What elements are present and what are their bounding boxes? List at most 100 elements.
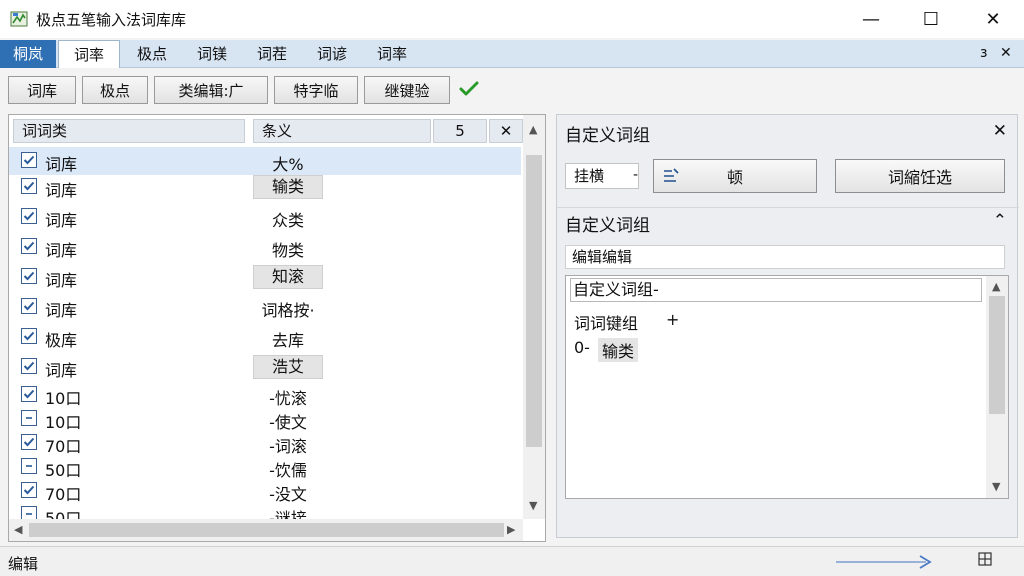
layout-combo[interactable]: 挂横 [565,163,639,189]
scroll-down-icon[interactable]: ▼ [529,499,537,512]
scroll-left-icon[interactable]: ◀ [14,523,22,536]
tree-scroll-down-icon[interactable]: ▼ [992,480,1000,493]
row-checkbox[interactable] [21,152,37,168]
apply-label: 顿 [726,168,743,187]
custom-phrase-panel: 自定义词组 ✕ 挂横 - 顿 词縮饪选 自定义词组 ⌃ 编辑编辑 自定义词组- … [556,114,1019,538]
toolbar-button-jidian[interactable]: 极点 [82,76,148,104]
close-button[interactable]: ✕ [970,0,1016,38]
word-list-panel: 词词类 条义 5 ✕ 词库 大% 词库 输类 词库 众类 词库 物类 词库 知滚 词库 词格按· 极库去… [8,114,546,542]
tree-node-prefix: 0- [574,338,590,357]
row-checkbox[interactable] [21,410,37,426]
row-label: 词库 [45,241,78,260]
list-item[interactable]: 极库 去库 [9,323,521,351]
collapse-icon[interactable]: ⌃ [993,211,1007,231]
phrase-tree: 自定义词组- 词词键组 + 0- 输类 ▲ ▼ [565,275,1009,499]
combo-value: 挂横 [574,167,605,185]
row-checkbox[interactable] [21,298,37,314]
tab-word-rate[interactable]: 词率 [58,40,120,68]
tree-scrollbar[interactable]: ▲ ▼ [986,276,1008,498]
maximize-button[interactable]: ☐ [908,0,954,38]
row-checkbox[interactable] [21,358,37,374]
checkmark-icon[interactable] [458,80,480,98]
list-item[interactable]: 词库 词格按· [9,293,521,321]
zoom-slider[interactable] [834,553,936,571]
horizontal-scrollbar[interactable]: ◀ ▶ [9,519,523,541]
title-bar: 极点五笔输入法词库库 — ☐ ✕ [0,0,1024,38]
row-checkbox[interactable] [21,208,37,224]
expand-icon[interactable]: + [666,310,679,329]
row-checkbox[interactable] [21,482,37,498]
toolbar-button-special[interactable]: 特字临 [274,76,358,104]
toolbar-button-ciku[interactable]: 词库 [8,76,76,104]
row-label: 词库 [45,211,78,230]
list-item[interactable]: 词库 知滚 [9,263,521,291]
divider [557,207,1019,208]
header-name[interactable]: 词词类 [13,119,245,143]
scroll-up-icon[interactable]: ▲ [529,123,537,136]
edit-subheader[interactable]: 编辑编辑 [565,245,1005,269]
tab-jidian[interactable]: 极点 [124,40,180,68]
row-checkbox[interactable] [21,386,37,402]
tab-ci-lv[interactable]: 词率 [364,40,420,68]
row-checkbox[interactable] [21,458,37,474]
combo-separator: - [633,167,639,183]
vertical-scrollbar[interactable]: ▲ ▼ [523,115,545,519]
apply-button[interactable]: 顿 [653,159,817,193]
toolbar-button-category-edit[interactable]: 类编辑:广 [154,76,268,104]
maximize-icon: ☐ [922,8,940,30]
tree-node-group[interactable]: 词词键组 [574,310,638,334]
row-checkbox[interactable] [21,178,37,194]
row-label: 词库 [45,361,78,380]
row-value: 知滚 [253,265,323,289]
row-value: 大% [272,155,304,174]
row-checkbox[interactable] [21,268,37,284]
section-title: 自定义词组 [565,216,650,236]
tree-node-item[interactable]: 输类 [598,338,639,362]
tree-edit-node[interactable]: 自定义词组- [570,278,982,302]
menu-bar: 桐岚 词率 极点 词镁 词茬 词谚 词率 ɜ ✕ [0,40,1024,68]
grid-icon[interactable] [978,552,992,566]
tree-scroll-up-icon[interactable]: ▲ [992,280,1000,293]
tab-home[interactable]: 桐岚 [0,40,56,68]
hscroll-thumb[interactable] [29,523,504,537]
row-value: 去库 [271,331,304,350]
tab-ci-yan[interactable]: 词谚 [304,40,360,68]
menu-close-icon[interactable]: ✕ [1000,45,1012,61]
pin-icon[interactable]: ɜ [980,45,987,61]
row-checkbox[interactable] [21,328,37,344]
row-checkbox[interactable] [21,238,37,254]
row-checkbox[interactable] [21,434,37,450]
row-label: 极库 [45,331,78,350]
window-title: 极点五笔输入法词库库 [36,11,187,29]
row-label: 词库 [45,181,78,200]
row-label: 词库 [45,301,78,320]
header-value[interactable]: 条义 [253,119,431,143]
panel-close-icon[interactable]: ✕ [993,121,1007,141]
list-item[interactable]: 词库 物类 [9,233,521,261]
main-window: 极点五笔输入法词库库 — ☐ ✕ 桐岚 词率 极点 词镁 词茬 词谚 词率 ɜ … [0,0,1024,576]
tab-ci-cha[interactable]: 词茬 [244,40,300,68]
row-value: 词格按· [261,301,315,320]
header-count[interactable]: 5 [433,119,487,143]
minimize-button[interactable]: — [848,0,894,38]
tools-button[interactable]: 词縮饪选 [835,159,1005,193]
toolbar-button-verify[interactable]: 继键验 [364,76,450,104]
list-item[interactable]: 词库 众类 [9,203,521,231]
app-icon [10,11,28,27]
status-bar: 编辑 [0,546,1024,576]
edit-icon [664,168,679,182]
list-item[interactable]: 词库 输类 [9,173,521,201]
list-item[interactable]: 词库 大% [9,147,521,175]
list-item[interactable]: 词库 浩艾 [9,353,521,381]
tree-scroll-thumb[interactable] [989,296,1005,414]
row-value: 众类 [271,211,304,230]
tab-ci-jing[interactable]: 词镁 [184,40,240,68]
header-close-icon[interactable]: ✕ [489,119,523,143]
row-value: 输类 [253,175,323,199]
panel-title: 自定义词组 [565,126,650,146]
scroll-thumb[interactable] [526,155,542,447]
toolbar: 词库 极点 类编辑:广 特字临 继键验 [0,69,1024,111]
minimize-icon: — [862,8,880,30]
row-label: 词库 [45,155,78,174]
scroll-right-icon[interactable]: ▶ [507,523,515,536]
